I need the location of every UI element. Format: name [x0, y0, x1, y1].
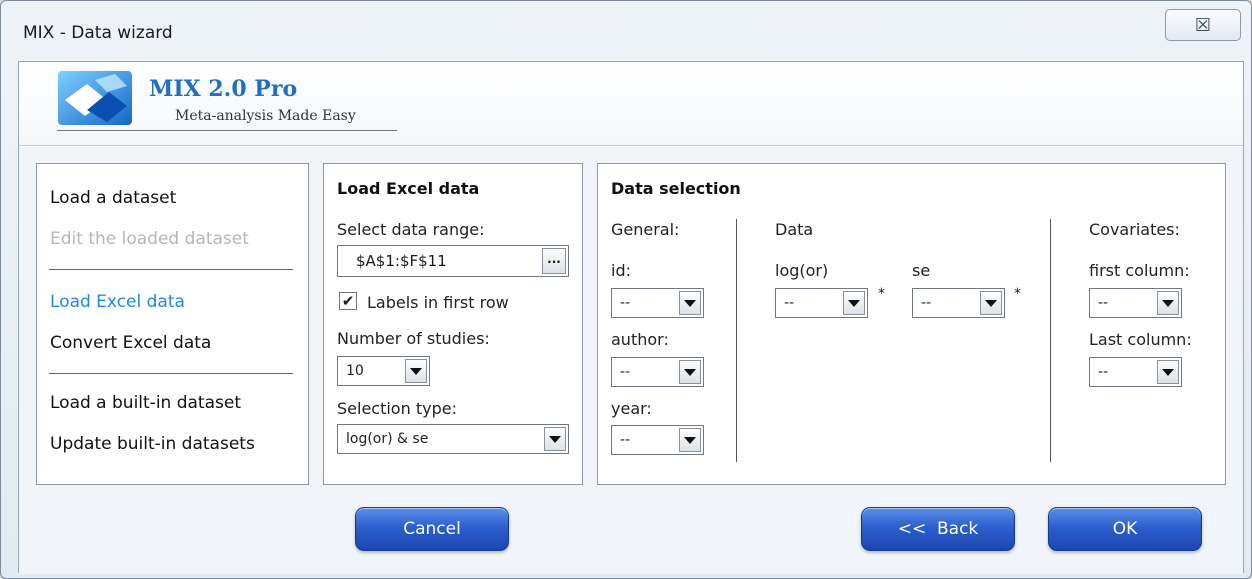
covariates-label: Covariates: [1089, 220, 1180, 239]
data-wizard-window: MIX - Data wizard ☒ MIX 2.0 Pro Meta-ana… [0, 0, 1252, 579]
wizard-content: MIX 2.0 Pro Meta-analysis Made Easy Load… [18, 61, 1244, 574]
chevron-down-icon[interactable] [679, 428, 701, 452]
logor-select[interactable]: -- [775, 288, 868, 318]
labels-checkbox-label: Labels in first row [367, 293, 509, 312]
studies-value: 10 [346, 363, 364, 379]
se-label: se [912, 261, 931, 280]
range-value: $A$1:$F$11 [356, 252, 447, 270]
chevron-down-icon[interactable] [544, 427, 566, 451]
range-input[interactable]: $A$1:$F$11 ... [337, 245, 569, 277]
year-value: -- [620, 432, 631, 448]
chevron-down-icon[interactable] [679, 360, 701, 384]
id-select[interactable]: -- [611, 288, 704, 318]
chevron-down-icon[interactable] [679, 291, 701, 315]
nav-separator [49, 269, 293, 270]
studies-label: Number of studies: [337, 329, 490, 348]
cancel-button[interactable]: Cancel [355, 507, 509, 551]
chevron-down-icon[interactable] [1157, 291, 1179, 315]
nav-panel: Load a dataset Edit the loaded dataset L… [36, 163, 309, 485]
data-label: Data [775, 220, 814, 239]
logor-label: log(or) [775, 261, 829, 280]
wizard-body: Load a dataset Edit the loaded dataset L… [19, 147, 1243, 574]
last-column-select[interactable]: -- [1089, 357, 1182, 387]
excel-panel-title: Load Excel data [337, 179, 480, 198]
author-select[interactable]: -- [611, 357, 704, 387]
studies-select[interactable]: 10 [337, 356, 430, 386]
selection-panel-title: Data selection [611, 179, 741, 198]
mix-logo: MIX 2.0 Pro Meta-analysis Made Easy [57, 70, 397, 134]
chevron-down-icon[interactable] [980, 291, 1002, 315]
header-banner: MIX 2.0 Pro Meta-analysis Made Easy [19, 62, 1243, 146]
close-button[interactable]: ☒ [1165, 9, 1241, 41]
logo-underline [57, 130, 397, 131]
close-icon: ☒ [1194, 14, 1212, 36]
data-selection-panel: Data selection General: id: -- author: -… [597, 163, 1226, 485]
chevron-down-icon[interactable] [1157, 360, 1179, 384]
labels-checkbox[interactable]: ✔ [339, 292, 357, 310]
required-marker: * [878, 286, 885, 302]
chevron-down-icon[interactable] [843, 291, 865, 315]
mix-logo-icon [58, 71, 132, 125]
se-value: -- [921, 295, 932, 311]
id-label: id: [611, 261, 631, 280]
first-column-select[interactable]: -- [1089, 288, 1182, 318]
logor-value: -- [784, 295, 795, 311]
column-divider [736, 219, 737, 462]
selection-type-select[interactable]: log(or) & se [337, 424, 569, 454]
nav-item-load-excel[interactable]: Load Excel data [50, 292, 185, 312]
required-marker: * [1014, 286, 1021, 302]
author-label: author: [611, 330, 669, 349]
ok-button[interactable]: OK [1048, 507, 1202, 551]
column-divider [1050, 219, 1051, 462]
id-value: -- [620, 295, 631, 311]
last-column-label: Last column: [1089, 330, 1192, 349]
back-button[interactable]: << Back [861, 507, 1015, 551]
nav-item-load-dataset[interactable]: Load a dataset [50, 188, 176, 208]
nav-separator [49, 373, 293, 374]
logo-title: MIX 2.0 Pro [149, 76, 298, 102]
window-title: MIX - Data wizard [23, 23, 173, 43]
year-label: year: [611, 399, 652, 418]
first-column-value: -- [1098, 295, 1109, 311]
last-column-value: -- [1098, 364, 1109, 380]
nav-item-edit-dataset: Edit the loaded dataset [50, 229, 249, 249]
range-picker-button[interactable]: ... [542, 248, 566, 274]
range-label: Select data range: [337, 220, 485, 239]
chevron-down-icon[interactable] [405, 359, 427, 383]
nav-item-load-builtin[interactable]: Load a built-in dataset [50, 393, 241, 413]
selection-type-value: log(or) & se [346, 431, 429, 447]
logo-subtitle: Meta-analysis Made Easy [175, 108, 356, 124]
selection-type-label: Selection type: [337, 399, 457, 418]
first-column-label: first column: [1089, 261, 1190, 280]
nav-item-update-builtin[interactable]: Update built-in datasets [50, 434, 255, 454]
general-label: General: [611, 220, 680, 239]
se-select[interactable]: -- [912, 288, 1005, 318]
load-excel-panel: Load Excel data Select data range: $A$1:… [323, 163, 583, 485]
nav-item-convert-excel[interactable]: Convert Excel data [50, 333, 211, 353]
year-select[interactable]: -- [611, 425, 704, 455]
author-value: -- [620, 364, 631, 380]
